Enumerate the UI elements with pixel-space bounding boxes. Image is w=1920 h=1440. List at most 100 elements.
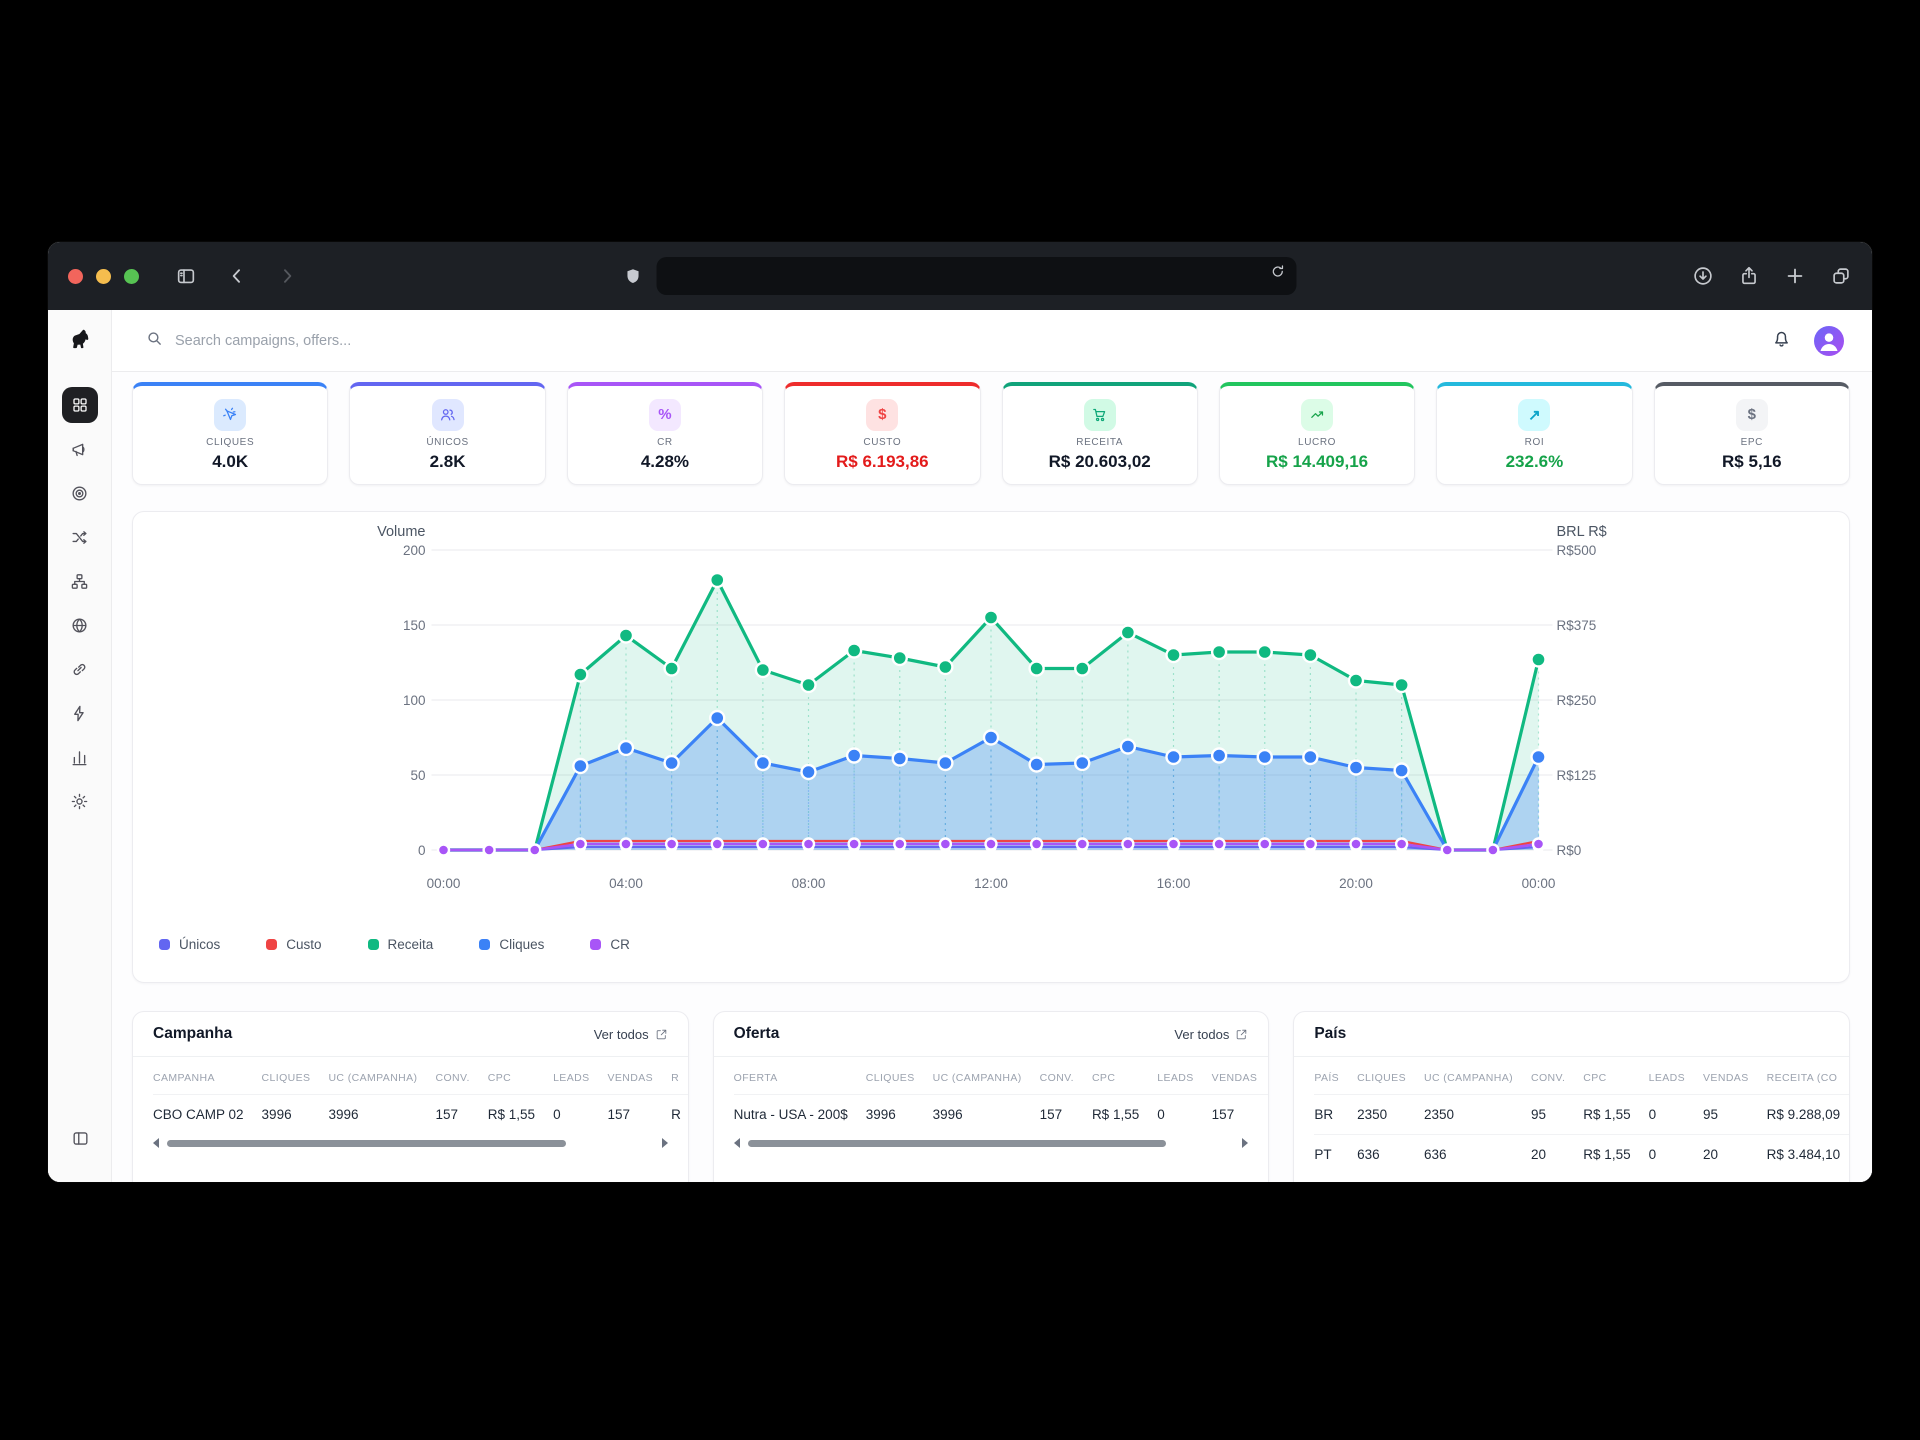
column-header: CONV. (435, 1057, 487, 1095)
tab-overview-icon[interactable] (1830, 265, 1852, 287)
column-header: CPC (1583, 1057, 1648, 1095)
legend-label: Cliques (499, 937, 544, 952)
cell: 0 (1649, 1135, 1703, 1175)
legend-item[interactable]: Cliques (479, 937, 544, 952)
svg-text:BRL R$: BRL R$ (1557, 524, 1607, 540)
column-header: VENDAS (1212, 1057, 1269, 1095)
column-header: LEADS (1157, 1057, 1211, 1095)
legend-swatch (266, 939, 277, 950)
cursor-click-icon (214, 399, 246, 431)
kpi-label: ROI (1525, 437, 1545, 448)
scroll-right-icon[interactable] (662, 1138, 668, 1148)
grid-icon[interactable] (62, 387, 98, 423)
scroll-left-icon[interactable] (734, 1138, 740, 1148)
table-row[interactable]: CBO CAMP 0239963996157R$ 1,550157R (153, 1095, 688, 1135)
gear-icon[interactable] (62, 783, 98, 819)
oferta-table: OFERTACLIQUESUC (CAMPANHA)CONV.CPCLEADSV… (734, 1057, 1269, 1134)
arrow-up-right-icon: ↗ (1518, 399, 1550, 431)
column-header: CLIQUES (1357, 1057, 1424, 1095)
cell: 3996 (933, 1095, 1040, 1135)
minimize-button[interactable] (96, 269, 111, 284)
column-header: CAMPANHA (153, 1057, 262, 1095)
dollar-icon: $ (866, 399, 898, 431)
campanha-table: CAMPANHACLIQUESUC (CAMPANHA)CONV.CPCLEAD… (153, 1057, 688, 1134)
search-input[interactable] (175, 333, 595, 349)
tables-row: Campanha Ver todos CAMPANHACLIQUESUC (CA… (132, 1011, 1850, 1182)
app-root: CLIQUES 4.0K ÚNICOS 2.8K % CR 4.28% (48, 310, 1872, 1182)
target-icon[interactable] (62, 475, 98, 511)
megaphone-icon[interactable] (62, 431, 98, 467)
legend-item[interactable]: CR (590, 937, 630, 952)
kpi-card-cr: % CR 4.28% (567, 382, 763, 485)
column-header: VENDAS (1703, 1057, 1767, 1095)
legend-item[interactable]: Receita (368, 937, 434, 952)
column-header: UC (CAMPANHA) (933, 1057, 1040, 1095)
cell: 0 (1157, 1095, 1211, 1135)
ver-todos-link[interactable]: Ver todos (594, 1027, 668, 1042)
svg-text:R$250: R$250 (1557, 693, 1597, 708)
shuffle-icon[interactable] (62, 519, 98, 555)
search-box (146, 330, 1771, 352)
forward-icon[interactable] (277, 266, 297, 286)
pais-card: País PAÍSCLIQUESUC (CAMPANHA)CONV.CPCLEA… (1293, 1011, 1850, 1182)
cell: 3996 (262, 1095, 329, 1135)
column-header: LEADS (553, 1057, 607, 1095)
app-header (112, 310, 1872, 372)
table-row[interactable]: BR2350235095R$ 1,55095R$ 9.288,09 (1314, 1095, 1849, 1135)
pais-table: PAÍSCLIQUESUC (CAMPANHA)CONV.CPCLEADSVEN… (1314, 1057, 1849, 1174)
kpi-card-epc: $ EPC R$ 5,16 (1654, 382, 1850, 485)
zoom-button[interactable] (124, 269, 139, 284)
table-row[interactable]: PT63663620R$ 1,55020R$ 3.484,10 (1314, 1135, 1849, 1175)
main-area: CLIQUES 4.0K ÚNICOS 2.8K % CR 4.28% (112, 310, 1872, 1182)
avatar[interactable] (1814, 326, 1844, 356)
dog-logo[interactable] (68, 328, 92, 357)
kpi-card-cliques: CLIQUES 4.0K (132, 382, 328, 485)
globe-icon[interactable] (62, 607, 98, 643)
link-icon[interactable] (62, 651, 98, 687)
scrollbar-thumb[interactable] (167, 1140, 566, 1147)
column-header: LEADS (1649, 1057, 1703, 1095)
browser-window: CLIQUES 4.0K ÚNICOS 2.8K % CR 4.28% (48, 242, 1872, 1182)
table-row[interactable]: Nutra - USA - 200$39963996157R$ 1,550157 (734, 1095, 1269, 1135)
cell: 3996 (866, 1095, 933, 1135)
legend-item[interactable]: Únicos (159, 937, 220, 952)
new-tab-icon[interactable] (1784, 265, 1806, 287)
kpi-card-roi: ↗ ROI 232.6% (1436, 382, 1632, 485)
cell: 157 (435, 1095, 487, 1135)
reload-icon[interactable] (1270, 264, 1287, 281)
svg-text:R$375: R$375 (1557, 618, 1597, 633)
sidebar-toggle-icon[interactable] (175, 265, 197, 287)
kpi-value: 2.8K (430, 452, 466, 472)
trending-up-icon (1301, 399, 1333, 431)
download-icon[interactable] (1692, 265, 1714, 287)
sitemap-icon[interactable] (62, 563, 98, 599)
dashboard-content: CLIQUES 4.0K ÚNICOS 2.8K % CR 4.28% (112, 372, 1872, 1182)
scroll-left-icon[interactable] (153, 1138, 159, 1148)
shield-icon[interactable] (624, 267, 643, 286)
cell: Nutra - USA - 200$ (734, 1095, 866, 1135)
close-button[interactable] (68, 269, 83, 284)
address-bar[interactable] (657, 257, 1297, 295)
bell-icon[interactable] (1771, 328, 1792, 354)
svg-text:00:00: 00:00 (427, 876, 461, 891)
scroll-right-icon[interactable] (1242, 1138, 1248, 1148)
share-icon[interactable] (1738, 265, 1760, 287)
oferta-card: Oferta Ver todos OFERTACLIQUESUC (CAMPAN… (713, 1011, 1270, 1182)
percent-icon: % (649, 399, 681, 431)
legend-swatch (368, 939, 379, 950)
svg-text:04:00: 04:00 (609, 876, 643, 891)
ver-todos-link[interactable]: Ver todos (1174, 1027, 1248, 1042)
svg-text:20:00: 20:00 (1339, 876, 1373, 891)
horizontal-scrollbar[interactable] (714, 1134, 1269, 1148)
cell: 2350 (1424, 1095, 1531, 1135)
panel-toggle-icon[interactable] (62, 1120, 98, 1156)
zap-icon[interactable] (62, 695, 98, 731)
kpi-label: RECEITA (1076, 437, 1123, 448)
horizontal-scrollbar[interactable] (133, 1134, 688, 1148)
kpi-value: 232.6% (1506, 452, 1564, 472)
back-icon[interactable] (227, 266, 247, 286)
column-header: CLIQUES (262, 1057, 329, 1095)
scrollbar-thumb[interactable] (748, 1140, 1167, 1147)
bar-chart-icon[interactable] (62, 739, 98, 775)
legend-item[interactable]: Custo (266, 937, 321, 952)
